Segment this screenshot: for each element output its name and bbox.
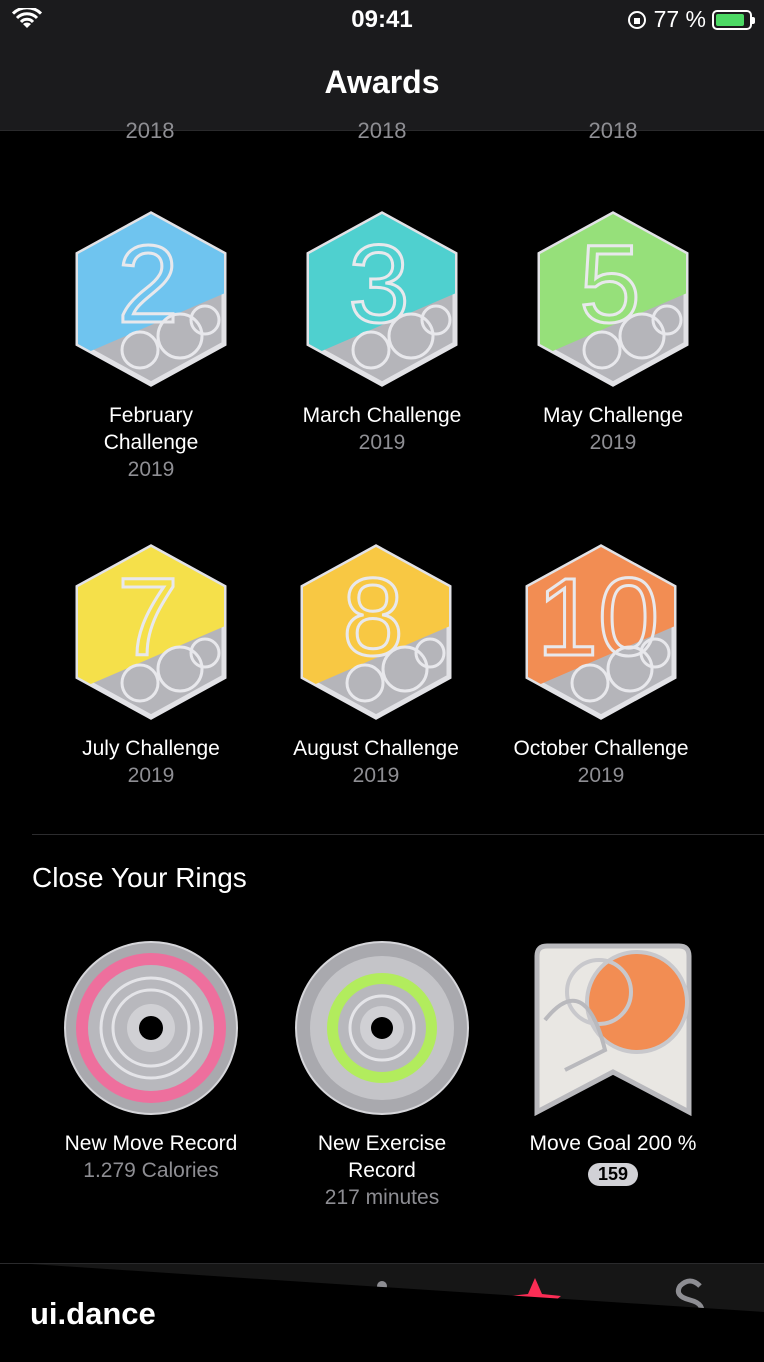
challenge-medal-icon: 3 <box>306 211 458 387</box>
challenge-award[interactable]: 2 February Challenge 2019 <box>36 210 266 483</box>
challenge-medal-icon: 8 <box>300 544 452 720</box>
challenge-year: 2019 <box>127 458 175 481</box>
award-title: Move Goal 200 % <box>529 1132 697 1155</box>
previous-award-year: 2018 <box>588 118 638 143</box>
challenge-title: March Challenge <box>302 404 462 427</box>
challenge-award[interactable]: 8 August Challenge 2019 <box>261 543 491 789</box>
award-title: New Exercise Record <box>317 1132 447 1182</box>
challenge-year: 2019 <box>352 764 400 787</box>
challenge-numeral: 3 <box>348 223 409 346</box>
watermark-logo: ui.dance <box>30 1296 156 1331</box>
challenge-title: August Challenge <box>293 737 459 760</box>
award-move-goal-200[interactable]: Move Goal 200 % 159 <box>498 940 728 1186</box>
section-title: Close Your Rings <box>32 862 247 893</box>
previous-award-year: 2018 <box>357 118 407 143</box>
award-subtitle: 217 minutes <box>324 1186 440 1209</box>
challenge-medal-icon: 2 <box>75 211 227 387</box>
challenge-numeral: 5 <box>579 223 640 346</box>
challenge-medal-icon: 5 <box>537 211 689 387</box>
status-bar: 09:41 77 % <box>0 0 764 40</box>
award-new-exercise-record[interactable]: New Exercise Record 217 minutes <box>267 940 497 1211</box>
exercise-record-medal-icon <box>295 941 469 1115</box>
challenge-award[interactable]: 3 March Challenge 2019 <box>267 210 497 456</box>
challenge-title: February Challenge <box>103 404 199 454</box>
challenge-title: July Challenge <box>82 737 220 760</box>
challenge-numeral: 10 <box>537 556 659 679</box>
challenge-numeral: 8 <box>342 556 403 679</box>
challenge-numeral: 2 <box>117 223 178 346</box>
award-new-move-record[interactable]: New Move Record 1.279 Calories <box>36 940 266 1184</box>
award-subtitle: 1.279 Calories <box>83 1159 219 1182</box>
challenge-year: 2019 <box>589 431 637 454</box>
challenge-award[interactable]: 10 October Challenge 2019 <box>486 543 716 789</box>
page-title: Awards <box>324 64 440 100</box>
section-divider <box>32 834 764 835</box>
battery-icon <box>712 9 755 30</box>
challenge-year: 2019 <box>127 764 175 787</box>
navigation-bar: 09:41 77 % Awards 2018 2018 2018 <box>0 0 764 143</box>
challenge-award[interactable]: 7 July Challenge 2019 <box>36 543 266 789</box>
battery-percent: 77 % <box>653 6 706 32</box>
award-count-badge: 159 <box>587 1163 639 1186</box>
move-goal-medal-icon <box>534 943 692 1116</box>
challenge-numeral: 7 <box>117 556 178 679</box>
challenge-title: October Challenge <box>513 737 689 760</box>
tab-bar: ui.dance <box>0 1263 764 1362</box>
challenge-medal-icon: 10 <box>525 544 677 720</box>
challenge-year: 2019 <box>358 431 406 454</box>
move-record-medal-icon <box>64 941 238 1115</box>
challenge-title: May Challenge <box>542 404 684 427</box>
orientation-lock-icon <box>627 10 646 29</box>
previous-award-year: 2018 <box>125 118 175 143</box>
challenge-year: 2019 <box>577 764 625 787</box>
challenge-medal-icon: 7 <box>75 544 227 720</box>
challenge-award[interactable]: 5 May Challenge 2019 <box>498 210 728 456</box>
award-title: New Move Record <box>64 1132 238 1155</box>
